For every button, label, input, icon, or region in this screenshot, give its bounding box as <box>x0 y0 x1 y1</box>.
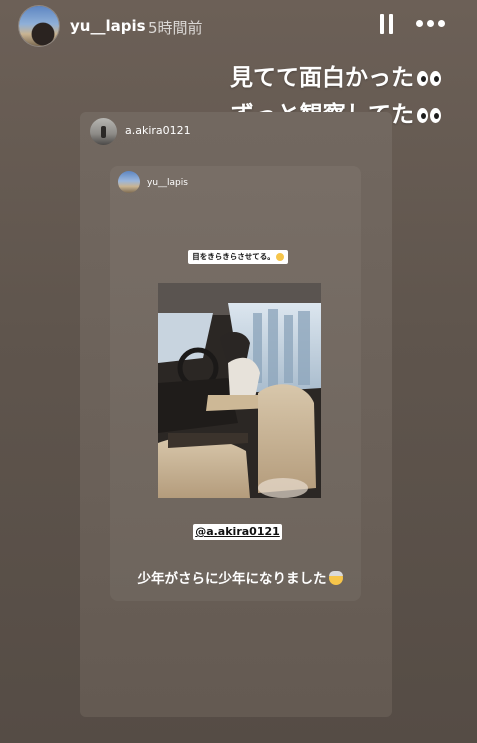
mention-sticker[interactable]: @a.akira0121 <box>193 524 282 540</box>
shared-story-avatar[interactable] <box>90 118 117 145</box>
caption-line-1-text: 見てて面白かった <box>230 65 414 91</box>
avatar[interactable] <box>19 6 59 46</box>
eyes-emoji-icon <box>417 103 443 129</box>
shared-story-username[interactable]: a.akira0121 <box>125 124 191 137</box>
smile-emoji-icon <box>275 253 284 261</box>
pause-icon[interactable] <box>380 14 394 34</box>
mention-text[interactable]: @a.akira0121 <box>195 525 280 538</box>
timestamp: 5時間前 <box>148 19 203 37</box>
car-interior-illustration <box>158 283 321 498</box>
inner-story-avatar[interactable] <box>118 171 140 193</box>
old-man-emoji-icon <box>328 571 343 585</box>
sticker-text: 目をきらきらさせてる。 <box>192 252 275 261</box>
username[interactable]: yu__lapis <box>70 17 146 35</box>
text-sticker: 目をきらきらさせてる。 <box>188 250 288 264</box>
inner-caption: 少年がさらに少年になりました <box>120 567 360 587</box>
more-options-icon[interactable] <box>416 20 446 30</box>
car-interior-photo <box>158 283 321 498</box>
inner-caption-text: 少年がさらに少年になりました <box>137 571 327 587</box>
eyes-emoji-icon <box>417 66 443 92</box>
story-header: yu__lapis 5時間前 <box>0 0 477 50</box>
inner-story-username[interactable]: yu__lapis <box>147 178 188 188</box>
caption-line-1: 見てて面白かった <box>230 58 443 92</box>
